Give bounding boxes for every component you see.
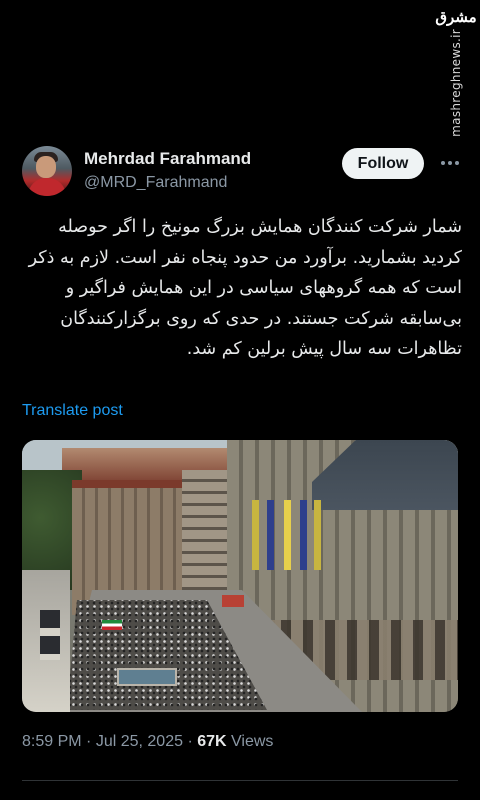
watermark-logo: مشرق xyxy=(435,8,477,26)
post-header: Mehrdad Farahmand @MRD_Farahmand Follow xyxy=(22,146,462,206)
more-options-icon[interactable] xyxy=(437,148,463,178)
more-dot xyxy=(441,161,445,165)
post-date[interactable]: Jul 25, 2025 xyxy=(96,733,183,750)
views-label: Views xyxy=(226,733,274,750)
watermark-site: mashreghnews.ir xyxy=(449,29,463,137)
avatar[interactable] xyxy=(22,146,72,196)
meta-separator: · xyxy=(81,733,96,750)
more-dot xyxy=(455,161,459,165)
post-time[interactable]: 8:59 PM xyxy=(22,733,82,750)
photo-banner xyxy=(314,500,321,570)
avatar-face xyxy=(36,156,56,178)
photo-banner xyxy=(300,500,307,570)
photo-banner xyxy=(267,500,274,570)
translate-post-link[interactable]: Translate post xyxy=(22,402,123,420)
tweet-screen: مشرق mashreghnews.ir Mehrdad Farahmand @… xyxy=(0,0,480,800)
photo-fountain xyxy=(117,668,177,686)
photo-banner xyxy=(284,500,291,570)
author-display-name[interactable]: Mehrdad Farahmand xyxy=(84,148,251,170)
photo-tent xyxy=(222,595,244,607)
views-count[interactable]: 67K xyxy=(197,733,226,750)
meta-separator: · xyxy=(183,733,198,750)
post-text: شمار شرکت کنندگان همایش بزرگ مونیخ را اگ… xyxy=(28,217,462,359)
post-image[interactable] xyxy=(22,440,458,712)
author-handle[interactable]: @MRD_Farahmand xyxy=(84,172,251,194)
more-dot xyxy=(448,161,452,165)
photo-banner xyxy=(252,500,259,570)
divider xyxy=(22,780,458,781)
follow-button[interactable]: Follow xyxy=(342,148,424,179)
author-info: Mehrdad Farahmand @MRD_Farahmand xyxy=(84,148,251,194)
photo-building xyxy=(22,570,70,712)
post-meta: 8:59 PM · Jul 25, 2025 · 67K Views xyxy=(22,733,273,751)
watermark: مشرق mashreghnews.ir xyxy=(435,8,477,137)
photo-flag xyxy=(102,620,122,630)
avatar-body xyxy=(28,178,66,196)
